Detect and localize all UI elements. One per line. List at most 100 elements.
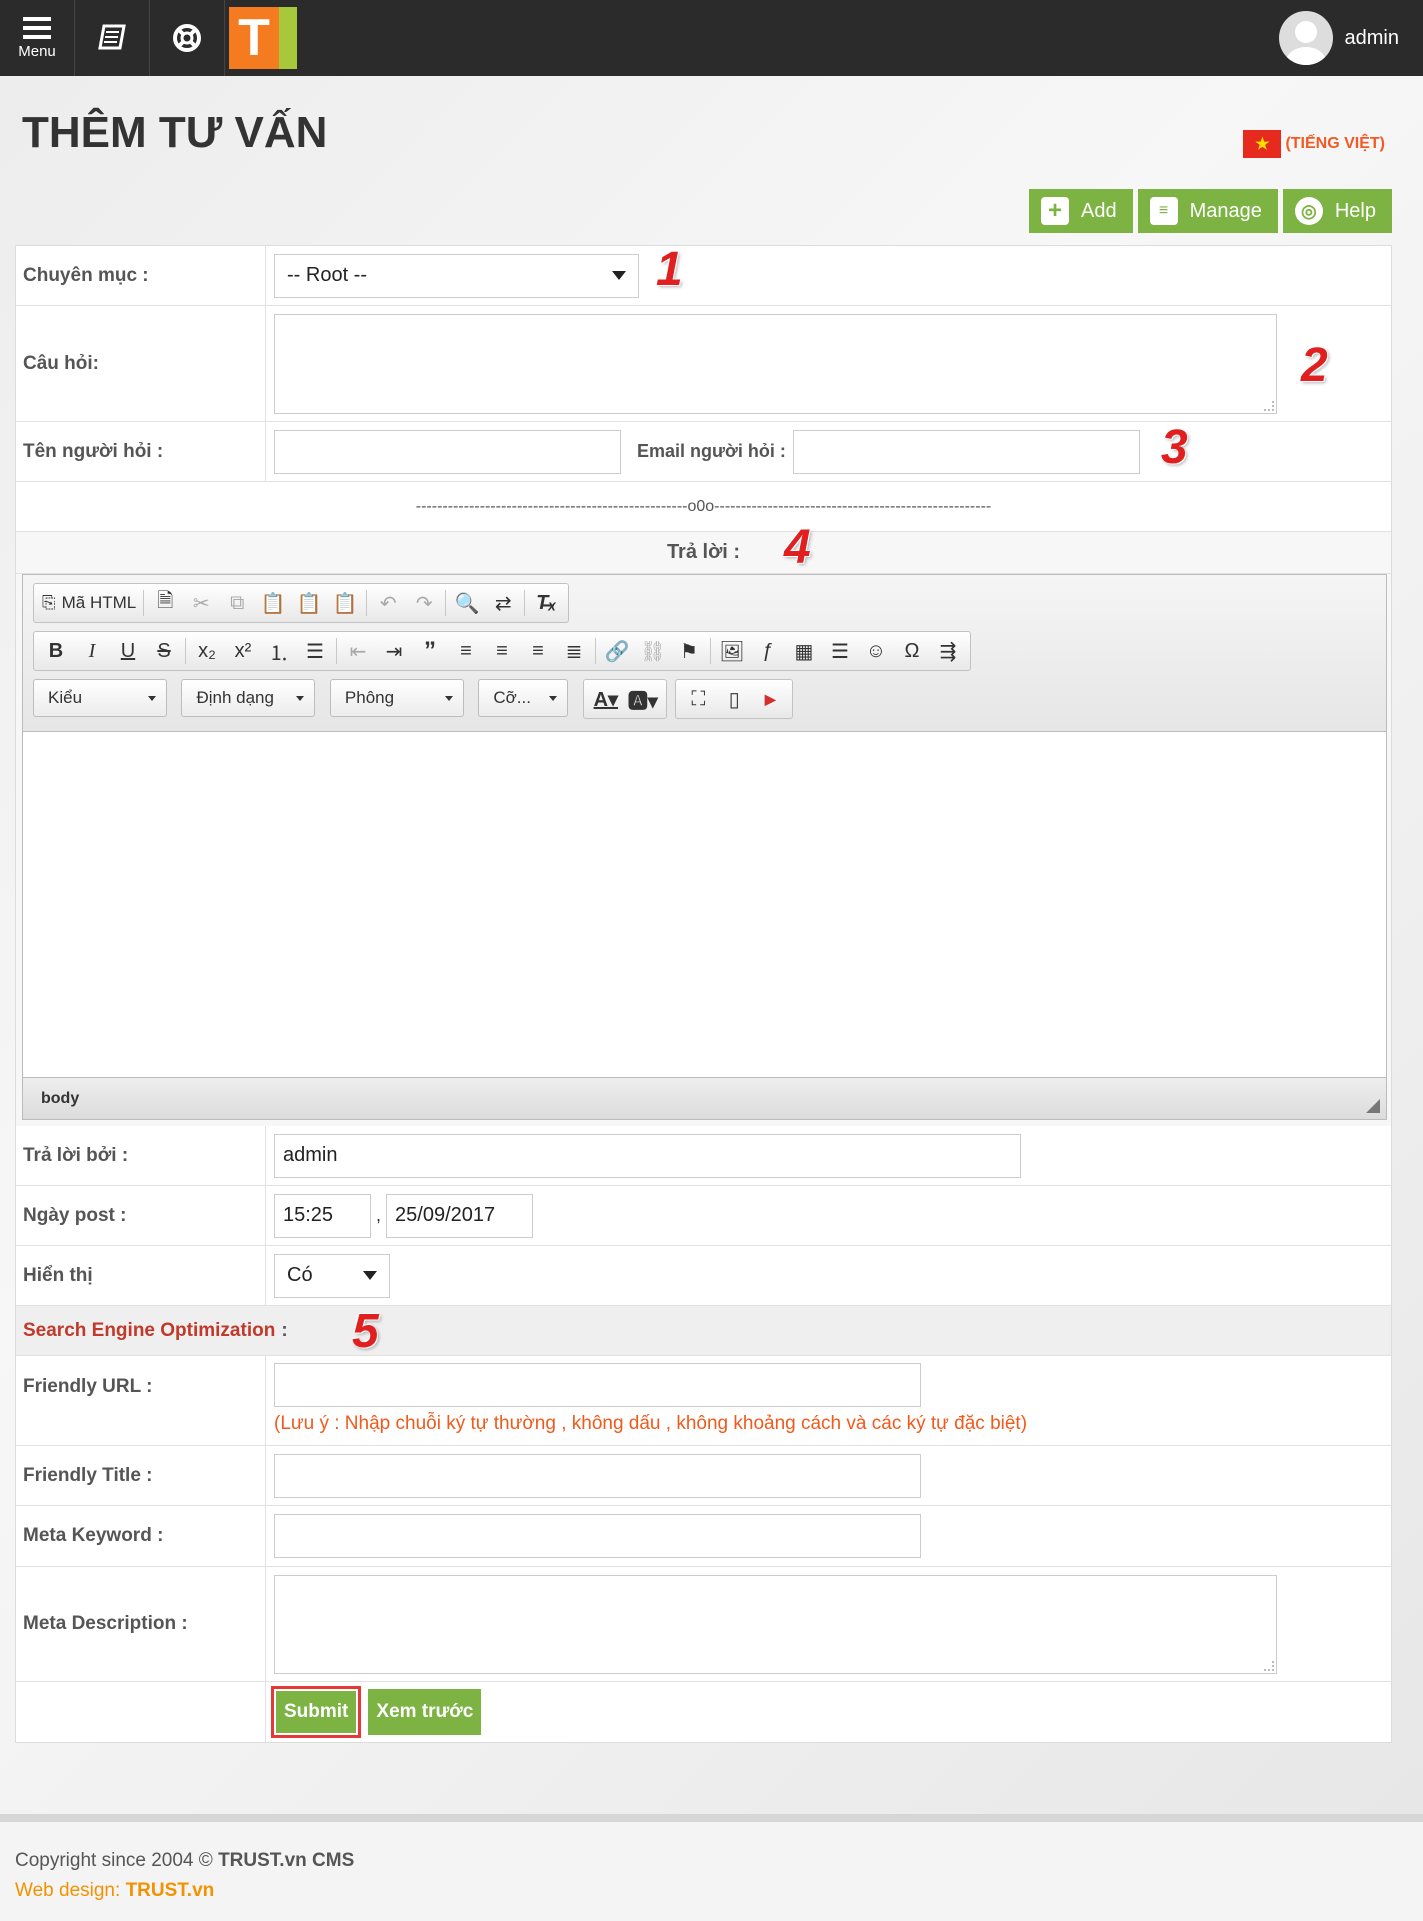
chevron-down-icon — [612, 271, 626, 280]
display-row: Hiển thị Có — [16, 1246, 1391, 1306]
format-combo[interactable]: Định dạng — [181, 679, 316, 717]
bulleted-list-icon[interactable]: ☰ — [297, 633, 333, 669]
asker-email-input[interactable] — [792, 429, 1140, 474]
category-select[interactable]: -- Root -- — [274, 253, 639, 298]
submit-button[interactable]: Submit — [270, 1686, 362, 1738]
redo-icon[interactable]: ↷ — [406, 585, 442, 621]
numbered-list-icon[interactable]: ⒈ — [261, 633, 297, 669]
brand-logo[interactable]: T — [229, 7, 297, 69]
templates-icon[interactable]: 🗎 — [147, 585, 183, 621]
meta-description-label: Meta Description : — [16, 1567, 266, 1681]
indent-icon[interactable]: ⇥ — [376, 633, 412, 669]
smiley-icon[interactable]: ☺ — [858, 633, 894, 669]
post-time-input[interactable]: 15:25 — [274, 1193, 371, 1238]
seo-heading: Search Engine Optimization — [23, 1319, 276, 1341]
show-blocks-icon[interactable]: ▯ — [716, 681, 752, 717]
replied-by-label: Trả lời bởi : — [16, 1126, 266, 1185]
youtube-icon[interactable]: ▶ — [752, 681, 788, 717]
special-char-icon[interactable]: Ω — [894, 633, 930, 669]
vietnam-flag-icon: ★ — [1243, 130, 1282, 158]
hamburger-icon — [23, 16, 51, 39]
subscript-icon[interactable]: x₂ — [189, 633, 225, 669]
asker-email-label: Email người hỏi : — [637, 441, 786, 461]
cut-icon[interactable]: ✂ — [183, 585, 219, 621]
resize-handle-icon[interactable] — [1366, 1099, 1380, 1113]
bg-color-icon[interactable]: 🅰▾ — [624, 681, 662, 717]
menu-button[interactable]: Menu — [0, 0, 75, 76]
blockquote-icon[interactable]: ” — [412, 633, 448, 669]
unlink-icon[interactable]: ⛓ — [635, 633, 671, 669]
replace-icon[interactable]: ⇄ — [485, 585, 521, 621]
align-right-icon[interactable]: ≡ — [520, 633, 556, 669]
avatar — [1278, 11, 1333, 65]
user-name: admin — [1344, 26, 1399, 49]
page-break-icon[interactable]: ⇶ — [930, 633, 966, 669]
paste-text-icon[interactable]: 📋 — [291, 585, 327, 621]
align-left-icon[interactable]: ≡ — [448, 633, 484, 669]
horizontal-rule-icon[interactable]: ☰ — [822, 633, 858, 669]
friendly-url-note: (Lưu ý : Nhập chuỗi ký tự thường , không… — [274, 1413, 1028, 1434]
find-icon[interactable]: 🔍 — [449, 585, 485, 621]
add-label: Add — [1080, 199, 1117, 222]
style-combo[interactable]: Kiểu — [33, 679, 167, 717]
help-button[interactable]: ◎ Help — [1282, 189, 1392, 233]
image-icon[interactable]: 🖼 — [714, 633, 750, 669]
font-combo[interactable]: Phông — [329, 679, 464, 717]
toolbar-group-tools: ⛶ ▯ ▶ — [675, 679, 794, 719]
meta-description-row: Meta Description : — [16, 1567, 1391, 1682]
link-icon[interactable]: 🔗 — [599, 633, 635, 669]
language-switcher[interactable]: ★ (TIẾNG VIỆT) — [1243, 130, 1385, 158]
book-icon — [98, 24, 126, 50]
copyright-brand: TRUST.vn CMS — [218, 1850, 355, 1871]
friendly-url-input[interactable] — [274, 1363, 921, 1407]
support-button[interactable] — [150, 0, 225, 76]
copy-icon[interactable]: ⧉ — [219, 585, 255, 621]
remove-format-icon[interactable]: T̶ₓ — [528, 585, 564, 621]
table-icon[interactable]: ▦ — [786, 633, 822, 669]
flash-icon[interactable]: ƒ — [750, 633, 786, 669]
superscript-icon[interactable]: x² — [225, 633, 261, 669]
anchor-flag-icon[interactable]: ⚑ — [671, 633, 707, 669]
webdesign-link[interactable]: TRUST.vn — [126, 1880, 215, 1901]
add-button[interactable]: + Add — [1028, 189, 1133, 233]
editor-path-bar: body — [23, 1077, 1386, 1119]
seo-colon: : — [281, 1319, 288, 1341]
consultation-form: Chuyên mục : -- Root -- 1 Câu hỏi: 2 Tên… — [15, 243, 1392, 1743]
paste-word-icon[interactable]: 📋 — [327, 585, 363, 621]
justify-icon[interactable]: ≣ — [556, 633, 592, 669]
meta-description-textarea[interactable] — [274, 1574, 1277, 1674]
outdent-icon[interactable]: ⇤ — [340, 633, 376, 669]
strikethrough-icon[interactable]: S — [146, 633, 182, 669]
align-center-icon[interactable]: ≡ — [484, 633, 520, 669]
docs-button[interactable] — [75, 0, 150, 76]
source-button[interactable]: ⎘ Mã HTML — [38, 585, 140, 621]
bold-icon[interactable]: B — [38, 633, 74, 669]
editor-content-area[interactable] — [23, 732, 1386, 1077]
lifebuoy-icon — [173, 24, 201, 52]
underline-icon[interactable]: U — [110, 633, 146, 669]
user-menu[interactable]: admin — [1278, 11, 1399, 65]
undo-icon[interactable]: ↶ — [370, 585, 406, 621]
post-date-input[interactable]: 25/09/2017 — [386, 1193, 534, 1238]
question-label: Câu hỏi: — [16, 306, 266, 421]
element-path[interactable]: body — [41, 1090, 79, 1108]
meta-keyword-input[interactable] — [274, 1514, 921, 1558]
separator-text: ----------------------------------------… — [415, 497, 992, 515]
toolbar-group-colors: A▾ 🅰▾ — [582, 679, 667, 719]
question-textarea[interactable] — [274, 313, 1277, 414]
text-color-icon[interactable]: A▾ — [588, 681, 624, 717]
manage-button[interactable]: ≡ Manage — [1137, 189, 1278, 233]
manage-label: Manage — [1189, 199, 1262, 222]
italic-icon[interactable]: I — [74, 633, 110, 669]
friendly-title-input[interactable] — [274, 1453, 921, 1498]
paste-icon[interactable]: 📋 — [255, 585, 291, 621]
asker-name-input[interactable] — [274, 429, 621, 474]
preview-button[interactable]: Xem trước — [368, 1689, 482, 1735]
size-combo[interactable]: Cỡ... — [478, 679, 569, 717]
maximize-icon[interactable]: ⛶ — [680, 681, 716, 717]
friendly-url-row: Friendly URL : (Lưu ý : Nhập chuỗi ký tự… — [16, 1356, 1391, 1446]
display-select[interactable]: Có — [274, 1253, 390, 1298]
friendly-title-label: Friendly Title : — [16, 1446, 266, 1505]
replied-by-input[interactable]: admin — [274, 1133, 1021, 1178]
submit-row-spacer — [16, 1682, 266, 1742]
